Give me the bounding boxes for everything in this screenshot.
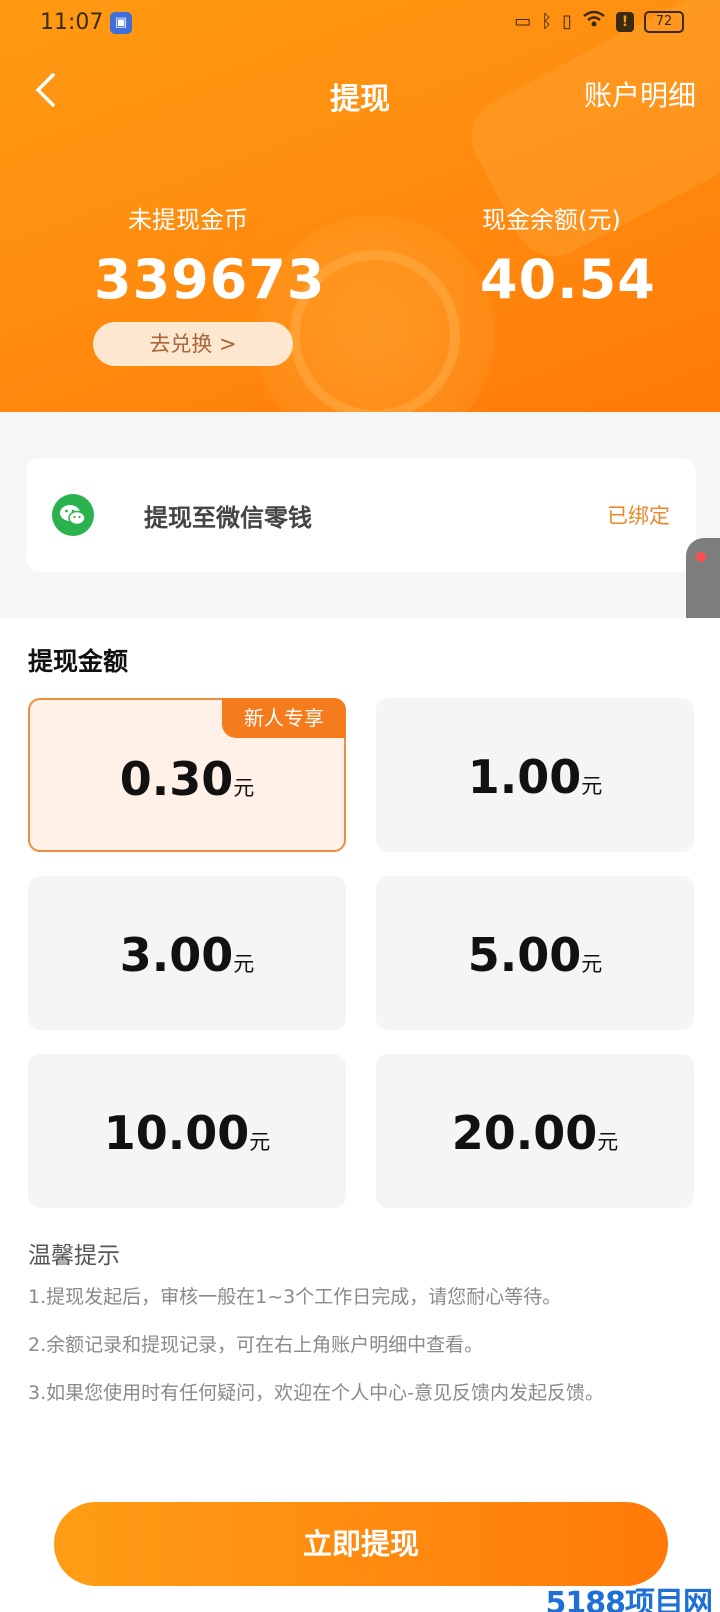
amount-option-3.00[interactable]: 3.00元 (28, 876, 346, 1030)
amount-option-5.00[interactable]: 5.00元 (376, 876, 694, 1030)
tips-title: 温馨提示 (28, 1243, 120, 1269)
amount-value: 20.00元 (451, 1106, 619, 1160)
watermark-logo: 5188项目网 (545, 1586, 713, 1612)
vibrate-icon: ▯ (562, 11, 572, 32)
alert-icon: ! (616, 11, 634, 32)
amount-option-1.00[interactable]: 1.00元 (376, 698, 694, 852)
amount-value: 10.00元 (103, 1106, 271, 1160)
account-details-link[interactable]: 账户明细 (584, 74, 696, 114)
tip-item: 1.提现发起后，审核一般在1~3个工作日完成，请您耐心等待。 (28, 1286, 562, 1308)
cash-value: 40.54 (480, 248, 656, 311)
wechat-withdraw-card[interactable]: 提现至微信零钱 已绑定 (26, 458, 696, 572)
wechat-icon (52, 494, 94, 536)
new-user-badge: 新人专享 (222, 698, 346, 738)
exchange-button[interactable]: 去兑换 > (93, 322, 293, 366)
coins-value: 339673 (94, 248, 326, 311)
notification-app-icon: ▣ (110, 12, 132, 34)
amount-option-20.00[interactable]: 20.00元 (376, 1054, 694, 1208)
wifi-icon (582, 10, 606, 33)
status-time: 11:07 (40, 10, 104, 35)
bound-status: 已绑定 (607, 504, 670, 528)
cast-icon: ▭ (514, 11, 532, 32)
coins-label: 未提现金币 (128, 206, 248, 234)
withdraw-now-button[interactable]: 立即提现 (54, 1502, 668, 1586)
amount-option-0.30[interactable]: 新人专享 0.30元 (28, 698, 346, 852)
battery-indicator: 72 (644, 10, 684, 33)
amount-option-10.00[interactable]: 10.00元 (28, 1054, 346, 1208)
tip-item: 2.余额记录和提现记录，可在右上角账户明细中查看。 (28, 1334, 484, 1356)
amount-value: 0.30元 (119, 752, 255, 806)
amount-value: 5.00元 (467, 928, 603, 982)
amount-value: 3.00元 (119, 928, 255, 982)
bluetooth-icon: ᛒ (541, 11, 553, 32)
tip-item: 3.如果您使用时有任何疑问，欢迎在个人中心-意见反馈内发起反馈。 (28, 1382, 604, 1404)
cash-label: 现金余额(元) (482, 206, 621, 234)
wechat-label: 提现至微信零钱 (144, 504, 312, 532)
amount-section: 提现金额 新人专享 0.30元 1.00元 3.00元 5.00元 10.00元… (0, 618, 720, 1612)
status-bar: 11:07 ▣ ▭ ᛒ ▯ ! 72 (0, 0, 720, 48)
status-icons: ▭ ᛒ ▯ ! 72 (514, 10, 684, 33)
amount-value: 1.00元 (467, 750, 603, 804)
amount-section-title: 提现金额 (28, 647, 129, 676)
side-notification-dot (696, 552, 706, 562)
